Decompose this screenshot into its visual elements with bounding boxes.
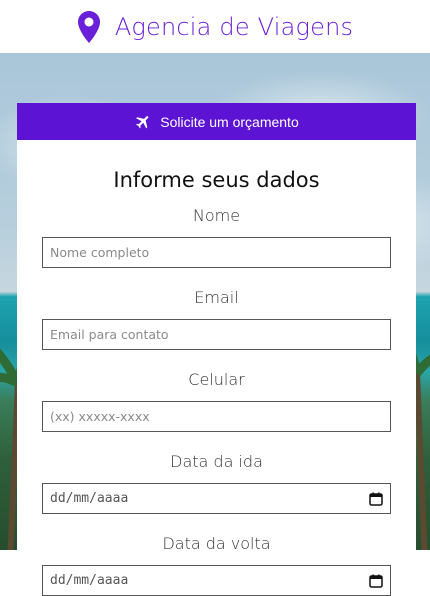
card-header: Solicite um orçamento [17,103,416,140]
quote-form-card: Solicite um orçamento Informe seus dados… [17,103,416,596]
departure-date-field[interactable]: dd/mm/aaaa [42,483,391,514]
card-header-label: Solicite um orçamento [160,113,299,130]
form-body: Informe seus dados Nome Email Celular Da… [17,168,416,596]
phone-label: Celular [188,370,245,389]
email-field[interactable] [42,319,391,350]
email-input[interactable] [50,327,383,342]
brand-title: Agencia de Viagens [114,12,354,41]
name-field[interactable] [42,237,391,268]
return-date-placeholder: dd/mm/aaaa [50,573,129,588]
name-input[interactable] [50,245,383,260]
phone-input[interactable] [50,409,383,424]
phone-field[interactable] [42,401,391,432]
departure-date-label: Data da ida [170,452,263,471]
return-date-field[interactable]: dd/mm/aaaa [42,565,391,596]
calendar-icon[interactable] [369,574,383,588]
name-label: Nome [192,206,241,225]
airplane-icon [136,115,149,128]
calendar-icon[interactable] [369,492,383,506]
map-pin-icon [77,10,100,43]
brand[interactable]: Agencia de Viagens [77,10,353,44]
top-bar: Agencia de Viagens [0,0,430,53]
departure-date-placeholder: dd/mm/aaaa [50,491,129,506]
return-date-label: Data da volta [162,534,271,553]
form-title: Informe seus dados [113,168,320,192]
email-label: Email [194,288,239,307]
